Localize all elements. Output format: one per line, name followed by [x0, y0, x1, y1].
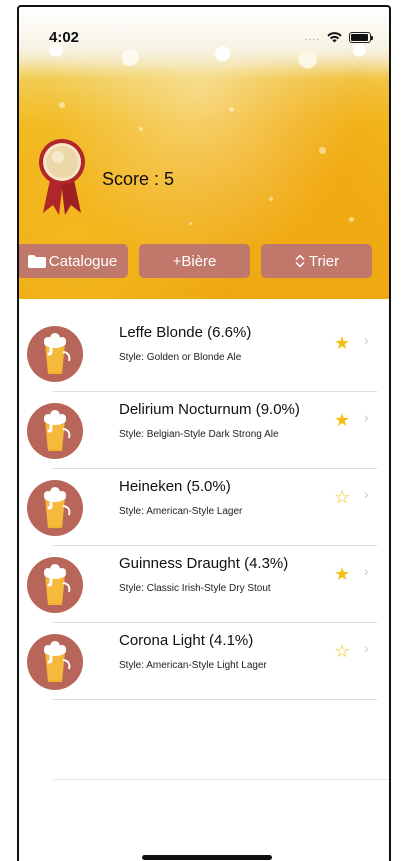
status-bar: 4:02 .... [19, 7, 389, 51]
beer-name: Leffe Blonde (6.6%) [119, 324, 252, 341]
beer-name: Guinness Draught (4.3%) [119, 555, 289, 572]
chevron-right-icon: › [364, 563, 369, 579]
catalogue-label: Catalogue [48, 252, 118, 270]
catalogue-button[interactable]: Catalogue [17, 244, 128, 278]
beer-glass-icon [27, 557, 83, 613]
add-beer-label: +Bière [172, 252, 217, 270]
beer-row[interactable]: Corona Light (4.1%) Style: American-Styl… [19, 623, 389, 700]
beer-style: Style: American-Style Light Lager [119, 660, 267, 671]
app-screen: 4:02 .... Score : 5 Catalogue +Bière Tri… [0, 0, 409, 861]
chevron-right-icon: › [364, 332, 369, 348]
battery-icon [349, 31, 373, 43]
favorite-star-icon[interactable]: ☆ [334, 642, 350, 660]
beer-glass-icon [27, 326, 83, 382]
favorite-star-icon[interactable]: ★ [334, 565, 350, 583]
chevron-right-icon: › [364, 409, 369, 425]
beer-glass-icon [27, 403, 83, 459]
bubble [59, 102, 65, 108]
beer-glass-icon [27, 634, 83, 690]
bubble [139, 127, 143, 131]
beer-row[interactable]: Heineken (5.0%) Style: American-Style La… [19, 469, 389, 546]
chevron-right-icon: › [364, 640, 369, 656]
add-beer-button[interactable]: +Bière [139, 244, 250, 278]
status-time: 4:02 [49, 29, 80, 46]
bubble [349, 217, 354, 222]
sort-label: Trier [308, 252, 340, 270]
beer-row[interactable]: Delirium Nocturnum (9.0%) Style: Belgian… [19, 392, 389, 469]
row-separator [53, 699, 377, 700]
bubble [229, 107, 234, 112]
status-indicators: .... [304, 31, 373, 43]
favorite-star-icon[interactable]: ☆ [334, 488, 350, 506]
bubble [189, 222, 192, 225]
sort-button[interactable]: Trier [261, 244, 372, 278]
chevron-right-icon: › [364, 486, 369, 502]
beer-style: Style: American-Style Lager [119, 506, 243, 517]
score-label: Score : 5 [102, 169, 175, 189]
beer-name: Heineken (5.0%) [119, 478, 231, 495]
beer-name: Corona Light (4.1%) [119, 632, 254, 649]
list-separator [53, 779, 389, 780]
medal-ribbon-icon [39, 139, 85, 215]
bubble [319, 147, 326, 154]
beer-glass-icon [27, 480, 83, 536]
favorite-star-icon[interactable]: ★ [334, 334, 350, 352]
wifi-icon [327, 32, 342, 43]
folder-icon [27, 254, 46, 268]
beer-style: Style: Classic Irish-Style Dry Stout [119, 583, 271, 594]
beer-style: Style: Belgian-Style Dark Strong Ale [119, 429, 279, 440]
signal-dots: .... [304, 31, 320, 43]
beer-row[interactable]: Leffe Blonde (6.6%) Style: Golden or Blo… [19, 315, 389, 392]
favorite-star-icon[interactable]: ★ [334, 411, 350, 429]
sort-chevrons-icon [295, 254, 305, 268]
beer-style: Style: Golden or Blonde Ale [119, 352, 242, 363]
bubble [269, 197, 273, 201]
home-indicator[interactable] [142, 855, 272, 860]
beer-row[interactable]: Guinness Draught (4.3%) Style: Classic I… [19, 546, 389, 623]
beer-list: Leffe Blonde (6.6%) Style: Golden or Blo… [19, 299, 389, 700]
beer-name: Delirium Nocturnum (9.0%) [119, 401, 300, 418]
